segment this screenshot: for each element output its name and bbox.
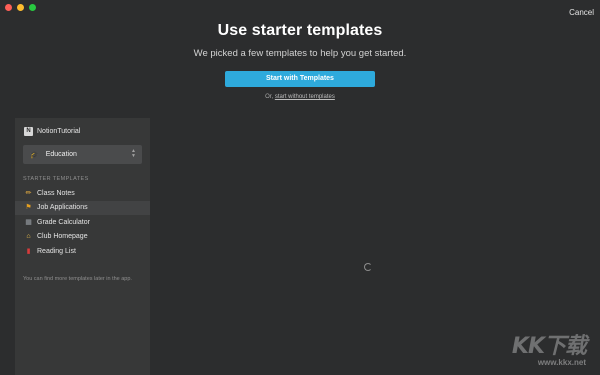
red-book-icon: ▮ xyxy=(26,247,31,255)
cancel-button[interactable]: Cancel xyxy=(569,8,594,17)
calculator-icon: ▦ xyxy=(25,218,32,226)
template-item-label: Club Homepage xyxy=(37,233,88,241)
watermark: KK下载 www.kkx.net xyxy=(511,328,587,367)
category-select[interactable]: 🎓 Education ▲ ▼ xyxy=(23,145,142,164)
template-item[interactable]: ✏ Class Notes xyxy=(15,186,150,201)
template-list: ✏ Class Notes ⚑ Job Applications ▦ Grade Calc… xyxy=(15,186,150,259)
workspace-header: N NotionTutorial xyxy=(15,118,150,136)
start-without-templates-link[interactable]: start without templates xyxy=(275,94,335,100)
window-controls xyxy=(5,4,36,11)
workspace-name: NotionTutorial xyxy=(37,128,81,135)
onboarding-window: Cancel Use starter templates We picked a… xyxy=(0,0,600,375)
page-subtitle: We picked a few templates to help you ge… xyxy=(193,48,407,59)
template-item[interactable]: ▮ Reading List xyxy=(15,244,150,259)
template-item[interactable]: ⚑ Job Applications xyxy=(15,200,150,215)
graduation-cap-icon: 🎓 xyxy=(30,151,39,159)
skip-line: Or, start without templates xyxy=(0,94,600,100)
template-item-label: Job Applications xyxy=(37,204,88,212)
template-item[interactable]: ▦ Grade Calculator xyxy=(15,215,150,230)
pencil-icon: ✏ xyxy=(25,189,32,197)
close-window-button[interactable] xyxy=(5,4,12,11)
house-icon: ⌂ xyxy=(26,233,31,241)
templates-sidebar: N NotionTutorial 🎓 Education ▲ ▼ STARTER … xyxy=(15,118,150,375)
section-label: STARTER TEMPLATES xyxy=(23,176,89,182)
watermark-logo: KK下载 xyxy=(511,334,587,359)
category-select-value: Education xyxy=(45,151,77,158)
chevron-updown-icon: ▲ ▼ xyxy=(131,148,136,159)
flag-icon: ⚑ xyxy=(25,204,32,212)
maximize-window-button[interactable] xyxy=(29,4,36,11)
skip-prefix: Or, xyxy=(265,94,274,100)
template-item-label: Class Notes xyxy=(37,189,75,197)
minimize-window-button[interactable] xyxy=(17,4,24,11)
template-item-label: Reading List xyxy=(37,247,76,255)
footnote: You can find more templates later in the… xyxy=(23,275,132,282)
template-item[interactable]: ⌂ Club Homepage xyxy=(15,230,150,245)
notion-logo-icon: N xyxy=(24,127,33,136)
page-title: Use starter templates xyxy=(217,22,383,39)
loading-spinner-icon xyxy=(364,263,372,271)
header: Use starter templates We picked a few te… xyxy=(0,22,600,100)
start-with-templates-button[interactable]: Start with Templates xyxy=(225,71,375,87)
template-item-label: Grade Calculator xyxy=(37,218,90,226)
